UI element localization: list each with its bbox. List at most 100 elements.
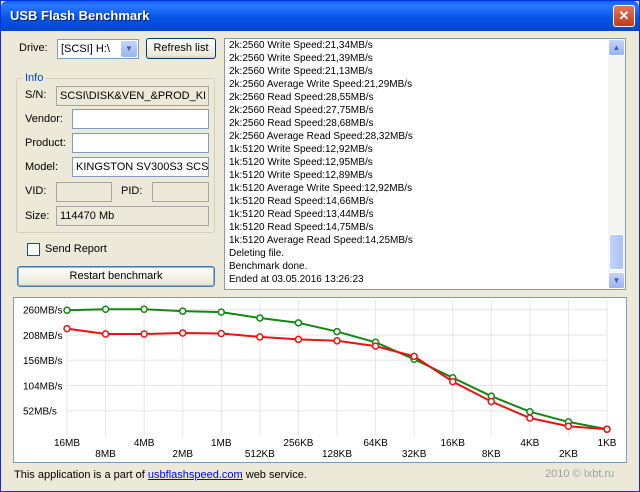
y-tick-label: 52MB/s xyxy=(23,407,57,418)
sn-label: S/N: xyxy=(25,89,47,101)
product-label: Product: xyxy=(25,137,66,149)
log-line: Benchmark done. xyxy=(229,261,308,272)
close-button[interactable]: ✕ xyxy=(613,5,635,27)
log-textarea[interactable]: 2k:2560 Write Speed:21,34MB/s 2k:2560 Wri… xyxy=(224,38,626,290)
data-point xyxy=(487,397,496,406)
footer-text: This application is a part of usbflashsp… xyxy=(14,469,307,481)
x-tick-label: 4KB xyxy=(520,438,539,449)
y-tick-label: 104MB/s xyxy=(23,381,62,392)
scroll-up-icon[interactable]: ▲ xyxy=(608,39,625,56)
data-point xyxy=(333,327,341,336)
data-point xyxy=(294,335,303,344)
data-point xyxy=(178,307,187,315)
vid-label: VID: xyxy=(25,185,47,197)
data-point xyxy=(603,425,611,433)
x-tick-label: 2KB xyxy=(559,449,578,460)
title-bar[interactable]: USB Flash Benchmark ✕ xyxy=(1,1,639,31)
pid-field xyxy=(152,182,209,202)
log-scrollbar[interactable]: ▲ ▼ xyxy=(608,39,625,289)
log-line: 2k:2560 Average Write Speed:21,29MB/s xyxy=(229,79,413,90)
data-point xyxy=(448,377,457,386)
send-report-label: Send Report xyxy=(45,243,107,255)
data-point xyxy=(333,337,341,345)
send-report-checkbox[interactable] xyxy=(27,243,40,256)
y-tick-label: 260MB/s xyxy=(23,306,62,317)
sn-field: SCSI\DISK&VEN_&PROD_KI xyxy=(56,86,209,106)
speed-chart-svg: 260MB/s 208MB/s 156MB/s 104MB/s 52MB/s 16MB 8M… xyxy=(23,300,617,460)
data-point xyxy=(217,329,226,338)
data-point xyxy=(410,352,418,361)
log-line: 2k:2560 Read Speed:27,75MB/s xyxy=(229,105,374,116)
log-line: 1k:5120 Write Speed:12,89MB/s xyxy=(229,170,373,181)
restart-benchmark-button[interactable]: Restart benchmark xyxy=(17,266,215,287)
x-tick-label: 16MB xyxy=(54,438,80,449)
model-label: Model: xyxy=(25,161,59,173)
info-group-title: Info xyxy=(23,72,46,84)
x-tick-label: 8KB xyxy=(482,449,501,460)
data-point xyxy=(256,314,264,322)
data-point xyxy=(140,330,148,338)
log-line: 1k:5120 Read Speed:13,44MB/s xyxy=(229,209,374,220)
data-point xyxy=(101,330,110,338)
x-tick-label: 512KB xyxy=(245,449,275,460)
scroll-down-icon[interactable]: ▼ xyxy=(608,272,625,289)
window-title: USB Flash Benchmark xyxy=(10,8,150,23)
x-tick-label: 1MB xyxy=(211,438,232,449)
log-line: 1k:5120 Average Read Speed:14,25MB/s xyxy=(229,235,413,246)
product-field[interactable] xyxy=(72,133,209,153)
log-line: Deleting file. xyxy=(229,248,285,259)
scroll-thumb[interactable] xyxy=(609,234,624,270)
refresh-list-button[interactable]: Refresh list xyxy=(146,38,216,59)
drive-select[interactable]: [SCSI] H:\ ▼ xyxy=(57,39,139,59)
y-tick-label: 208MB/s xyxy=(23,331,62,342)
data-point xyxy=(256,333,264,341)
data-point xyxy=(294,319,303,327)
size-label: Size: xyxy=(25,210,50,222)
x-tick-label: 64KB xyxy=(363,438,388,449)
log-line: 2k:2560 Write Speed:21,39MB/s xyxy=(229,53,373,64)
x-tick-label: 16KB xyxy=(440,438,465,449)
data-point xyxy=(526,407,534,416)
log-line: 2k:2560 Average Read Speed:28,32MB/s xyxy=(229,131,413,142)
y-tick-label: 156MB/s xyxy=(23,356,62,367)
x-tick-label: 2MB xyxy=(172,449,193,460)
data-point xyxy=(178,329,187,337)
close-icon: ✕ xyxy=(618,8,630,23)
vendor-label: Vendor: xyxy=(25,113,63,125)
app-window: USB Flash Benchmark ✕ Drive: [SCSI] H:\ … xyxy=(0,0,640,492)
log-line: 1k:5120 Average Write Speed:12,92MB/s xyxy=(229,183,413,194)
x-tick-label: 256KB xyxy=(283,438,313,449)
watermark: 2010 © Ixbt.ru xyxy=(545,468,615,480)
pid-label: PID: xyxy=(121,185,143,197)
data-point xyxy=(564,422,573,431)
chevron-down-icon[interactable]: ▼ xyxy=(121,41,137,57)
vendor-field[interactable] xyxy=(72,109,209,129)
x-tick-label: 128KB xyxy=(322,449,352,460)
drive-label: Drive: xyxy=(19,42,48,54)
footer-suffix: web service. xyxy=(242,469,307,481)
data-point xyxy=(63,324,71,333)
log-line: 2k:2560 Write Speed:21,34MB/s xyxy=(229,40,373,51)
log-line: 2k:2560 Read Speed:28,55MB/s xyxy=(229,92,374,103)
log-line: 1k:5120 Read Speed:14,66MB/s xyxy=(229,196,374,207)
x-tick-label: 8MB xyxy=(95,449,116,460)
x-tick-label: 1KB xyxy=(598,438,617,449)
log-line: 2k:2560 Read Speed:28,68MB/s xyxy=(229,118,374,129)
footer-prefix: This application is a part of xyxy=(14,469,148,481)
log-line: 1k:5120 Write Speed:12,92MB/s xyxy=(229,144,373,155)
speed-chart: 260MB/s 208MB/s 156MB/s 104MB/s 52MB/s 16MB 8M… xyxy=(13,297,627,463)
log-line: 2k:2560 Write Speed:21,13MB/s xyxy=(229,66,373,77)
drive-select-value: [SCSI] H:\ xyxy=(61,43,110,55)
usbflashspeed-link[interactable]: usbflashspeed.com xyxy=(148,469,243,481)
log-line: Ended at 03.05.2016 13:26:23 xyxy=(229,274,364,285)
log-line: 1k:5120 Read Speed:14,75MB/s xyxy=(229,222,374,233)
x-tick-label: 4MB xyxy=(134,438,155,449)
data-point xyxy=(140,305,148,313)
size-field: 114470 Mb xyxy=(56,206,209,226)
x-tick-label: 32KB xyxy=(402,449,427,460)
data-point xyxy=(526,414,534,422)
data-point xyxy=(371,342,380,350)
model-field[interactable]: KINGSTON SV300S3 SCS xyxy=(72,157,209,177)
log-line: 1k:5120 Write Speed:12,95MB/s xyxy=(229,157,373,168)
data-point xyxy=(101,305,110,313)
